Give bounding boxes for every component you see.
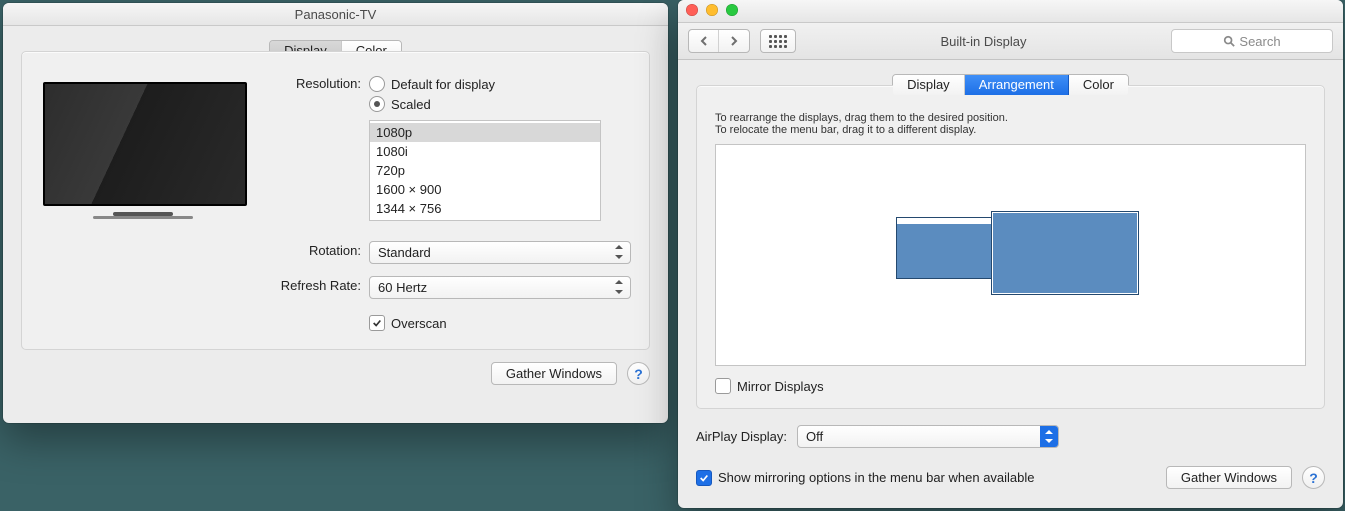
resolution-option[interactable]: 1344 × 756 (370, 199, 600, 218)
refresh-popup[interactable]: 60 Hertz (369, 276, 631, 299)
menu-bar-indicator[interactable] (897, 218, 992, 224)
show-all-button[interactable] (760, 29, 796, 53)
resolution-label: Resolution: (269, 76, 369, 91)
display-rect-secondary[interactable] (896, 217, 993, 279)
gather-windows-button[interactable]: Gather Windows (491, 362, 617, 385)
arrangement-hint: To rearrange the displays, drag them to … (715, 112, 1306, 124)
display-rect-primary[interactable] (991, 211, 1139, 295)
rotation-popup[interactable]: Standard (369, 241, 631, 264)
forward-button[interactable] (719, 30, 749, 52)
mirror-label: Mirror Displays (737, 379, 824, 394)
traffic-lights[interactable] (686, 4, 738, 16)
resolution-default-radio[interactable]: Default for display (369, 76, 631, 92)
resolution-scaled-radio[interactable]: Scaled (369, 96, 631, 112)
airplay-value: Off (806, 429, 823, 444)
window-title: Built-in Display (941, 34, 1027, 49)
help-button[interactable]: ? (627, 362, 650, 385)
show-mirroring-checkbox[interactable]: Show mirroring options in the menu bar w… (696, 470, 1035, 486)
arrangement-hint: To relocate the menu bar, drag it to a d… (715, 124, 1306, 136)
minimize-icon[interactable] (706, 4, 718, 16)
airplay-popup[interactable]: Off (797, 425, 1059, 448)
resolution-option[interactable]: 720p (370, 161, 600, 180)
titlebar[interactable]: Panasonic-TV (3, 3, 668, 26)
radio-label: Scaled (391, 97, 431, 112)
toolbar: Built-in Display Search (678, 23, 1343, 60)
tab-color[interactable]: Color (1069, 75, 1128, 95)
search-input[interactable]: Search (1171, 29, 1333, 53)
display-thumbnail (40, 76, 245, 331)
zoom-icon[interactable] (726, 4, 738, 16)
window-panasonic-tv: Panasonic-TV Display Color (3, 3, 668, 423)
show-mirroring-label: Show mirroring options in the menu bar w… (718, 470, 1035, 485)
back-button[interactable] (689, 30, 719, 52)
refresh-label: Refresh Rate: (269, 268, 369, 293)
search-icon (1223, 35, 1235, 47)
resolution-option[interactable]: 1080p (370, 123, 600, 142)
resolution-option[interactable]: 1080i (370, 142, 600, 161)
window-builtin-display: Built-in Display Search Display Arrangem… (678, 0, 1343, 508)
rotation-value: Standard (378, 245, 431, 260)
help-button[interactable]: ? (1302, 466, 1325, 489)
resolution-option[interactable]: 1600 × 900 (370, 180, 600, 199)
gather-windows-button[interactable]: Gather Windows (1166, 466, 1292, 489)
radio-label: Default for display (391, 77, 495, 92)
refresh-value: 60 Hertz (378, 280, 427, 295)
resolution-listbox[interactable]: 1080p 1080i 720p 1600 × 900 1344 × 756 (369, 120, 601, 221)
tabs: Display Arrangement Color (892, 74, 1129, 96)
airplay-label: AirPlay Display: (696, 429, 787, 444)
close-icon[interactable] (686, 4, 698, 16)
nav-back-forward[interactable] (688, 29, 750, 53)
overscan-label: Overscan (391, 316, 447, 331)
titlebar[interactable] (678, 0, 1343, 23)
arrangement-canvas[interactable] (715, 144, 1306, 366)
mirror-displays-checkbox[interactable]: Mirror Displays (715, 378, 1306, 394)
tab-display[interactable]: Display (893, 75, 965, 95)
window-title: Panasonic-TV (295, 7, 377, 22)
tab-arrangement[interactable]: Arrangement (965, 75, 1069, 95)
overscan-checkbox[interactable]: Overscan (369, 315, 631, 331)
grid-icon (769, 35, 787, 48)
search-placeholder: Search (1239, 34, 1280, 49)
rotation-label: Rotation: (269, 225, 369, 258)
